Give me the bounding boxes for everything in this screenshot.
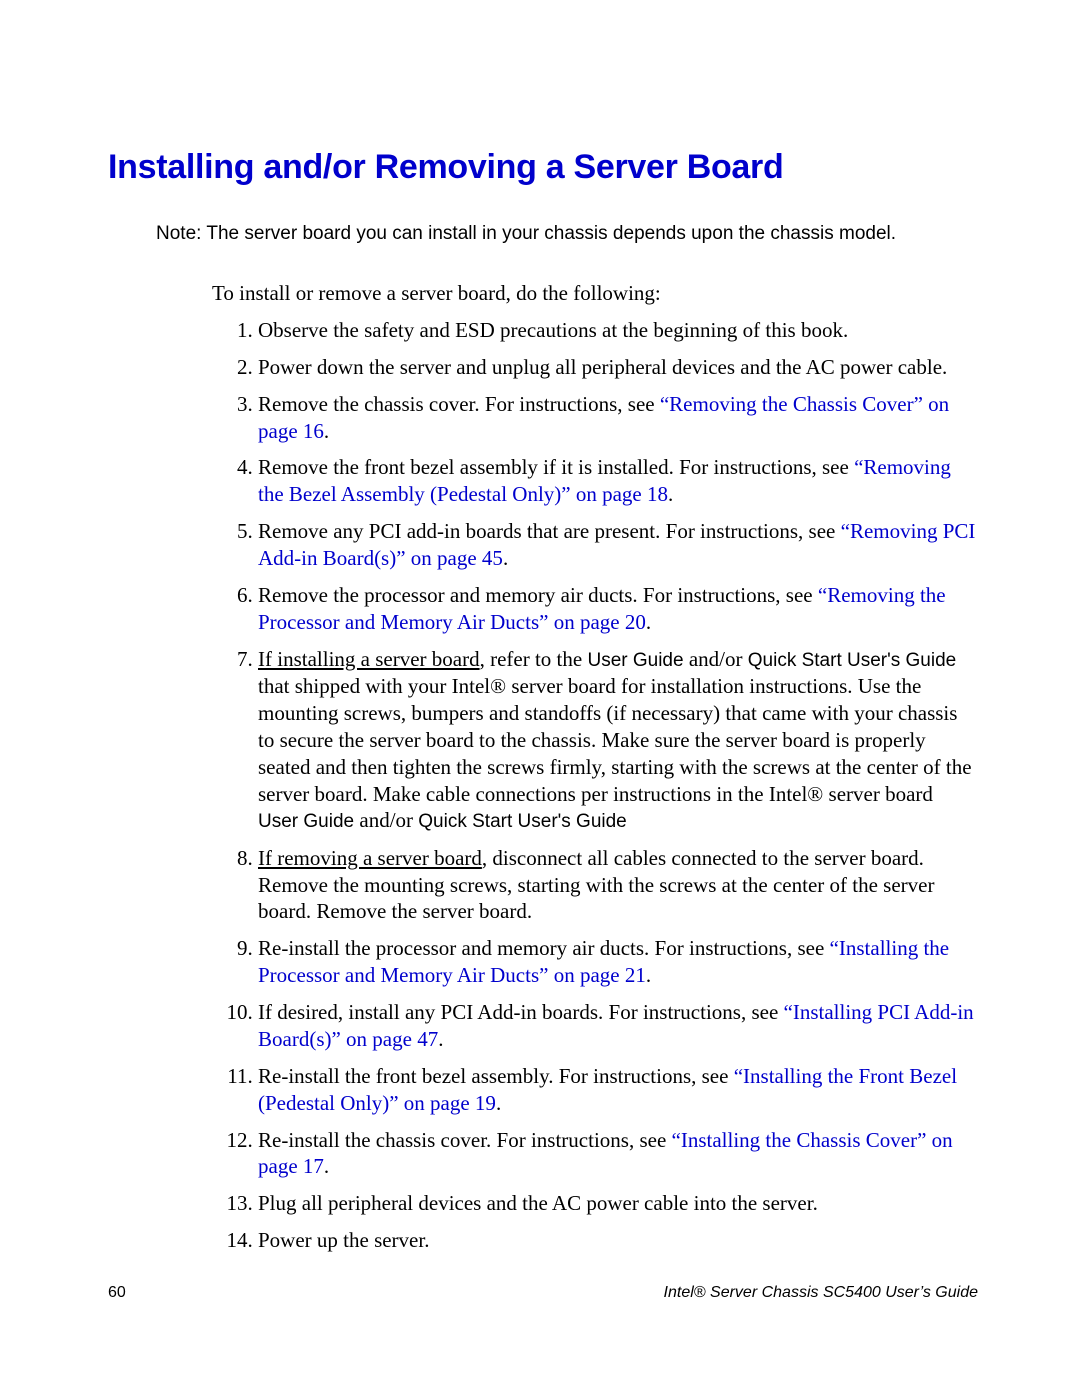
step-item: Plug all peripheral devices and the AC p… bbox=[258, 1190, 978, 1223]
step-item: If installing a server board, refer to t… bbox=[258, 646, 978, 841]
step-text: . bbox=[496, 1091, 501, 1115]
page-footer: 60 Intel® Server Chassis SC5400 User’s G… bbox=[108, 1284, 978, 1302]
step-item: Observe the safety and ESD precautions a… bbox=[258, 317, 978, 350]
step-text: , refer to the bbox=[480, 647, 588, 671]
step-item: Re-install the chassis cover. For instru… bbox=[258, 1127, 978, 1187]
intro-line: To install or remove a server board, do … bbox=[212, 279, 978, 307]
step-text: . bbox=[646, 963, 651, 987]
step-text: that shipped with your Intel® server boa… bbox=[258, 674, 972, 806]
step-text: Remove the processor and memory air duct… bbox=[258, 583, 818, 607]
step-text: Re-install the chassis cover. For instru… bbox=[258, 1128, 672, 1152]
step-text: Remove the front bezel assembly if it is… bbox=[258, 455, 854, 479]
step-text: . bbox=[324, 1154, 329, 1178]
step-item: If desired, install any PCI Add-in board… bbox=[258, 999, 978, 1059]
doc-ref: Quick Start User's Guide bbox=[418, 811, 626, 832]
step-text: . bbox=[438, 1027, 443, 1051]
step-item: If removing a server board, disconnect a… bbox=[258, 845, 978, 932]
doc-ref: User Guide bbox=[258, 811, 359, 832]
step-item: Remove the chassis cover. For instructio… bbox=[258, 391, 978, 451]
step-text: If desired, install any PCI Add-in board… bbox=[258, 1000, 784, 1024]
step-emphasis: If installing a server board bbox=[258, 647, 480, 671]
step-text: . bbox=[324, 419, 329, 443]
note-text: The server board you can install in your… bbox=[201, 223, 896, 244]
step-text: Re-install the front bezel assembly. For… bbox=[258, 1064, 734, 1088]
step-text: . bbox=[503, 546, 508, 570]
note-line: Note: The server board you can install i… bbox=[156, 221, 978, 247]
step-list: Observe the safety and ESD precautions a… bbox=[212, 317, 978, 1260]
doc-ref: User Guide bbox=[587, 650, 688, 671]
step-item: Remove the front bezel assembly if it is… bbox=[258, 454, 978, 514]
note-prefix: Note: bbox=[156, 223, 201, 244]
step-item: Power down the server and unplug all per… bbox=[258, 354, 978, 387]
step-item: Remove the processor and memory air duct… bbox=[258, 582, 978, 642]
step-item: Power up the server. bbox=[258, 1227, 978, 1260]
step-text: Remove any PCI add-in boards that are pr… bbox=[258, 519, 841, 543]
doc-title-footer: Intel® Server Chassis SC5400 User’s Guid… bbox=[664, 1284, 978, 1302]
step-item: Remove any PCI add-in boards that are pr… bbox=[258, 518, 978, 578]
step-text: . bbox=[668, 482, 673, 506]
step-text: and/or bbox=[359, 808, 418, 832]
step-text: and/or bbox=[689, 647, 748, 671]
step-item: Re-install the front bezel assembly. For… bbox=[258, 1063, 978, 1123]
step-emphasis: If removing a server board bbox=[258, 846, 482, 870]
page-number: 60 bbox=[108, 1284, 126, 1302]
step-item: Re-install the processor and memory air … bbox=[258, 935, 978, 995]
step-text: Remove the chassis cover. For instructio… bbox=[258, 392, 660, 416]
step-text: Re-install the processor and memory air … bbox=[258, 936, 830, 960]
section-heading: Installing and/or Removing a Server Boar… bbox=[108, 148, 978, 187]
page-body: Installing and/or Removing a Server Boar… bbox=[108, 148, 978, 1264]
doc-ref: Quick Start User's Guide bbox=[748, 650, 956, 671]
step-text: . bbox=[646, 610, 651, 634]
